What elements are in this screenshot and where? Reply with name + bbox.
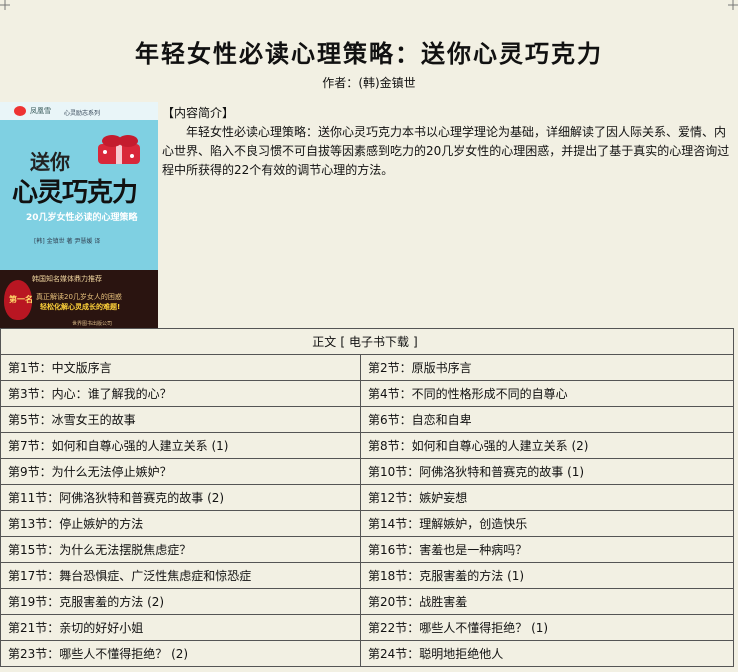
- chapter-link[interactable]: 第7节：如何和自尊心强的人建立关系 (1): [0, 432, 361, 459]
- table-row: 第15节：为什么无法摆脱焦虑症？ 第16节：害羞也是一种病吗？: [0, 536, 734, 563]
- table-row: 第11节：阿佛洛狄特和普赛克的故事 (2) 第12节：嫉妒妄想: [0, 484, 734, 511]
- cover-series: 心灵励志系列: [64, 110, 101, 117]
- table-row: 第13节：停止嫉妒的方法 第14节：理解嫉妒，创造快乐: [0, 510, 734, 537]
- table-row: 第5节：冰雪女王的故事 第6节：自恋和自卑: [0, 406, 734, 433]
- table-row: 第3节：内心：谁了解我的心？ 第4节：不同的性格形成不同的自尊心: [0, 380, 734, 407]
- cover-title-line2: 心灵巧克力: [12, 178, 138, 208]
- header-bracket-close: ]: [413, 335, 418, 349]
- chapter-table-header: 正文[ 电子书下载]: [0, 328, 734, 355]
- publisher-logo-icon: [14, 106, 26, 116]
- intro-text: 年轻女性必读心理策略：送你心灵巧克力本书以心理学理论为基础，详细解读了因人际关系…: [162, 125, 730, 177]
- chapter-link[interactable]: 第11节：阿佛洛狄特和普赛克的故事 (2): [0, 484, 361, 511]
- chapter-link[interactable]: 第20节：战胜害羞: [360, 588, 734, 615]
- ebook-download-link[interactable]: 电子书下载: [349, 335, 409, 349]
- author-line: 作者：(韩)金镇世: [0, 74, 738, 91]
- cover-publisher: 凤凰雪: [30, 107, 51, 115]
- chapter-link[interactable]: 第8节：如何和自尊心强的人建立关系 (2): [360, 432, 734, 459]
- intro-heading: 【内容简介】: [162, 106, 235, 120]
- header-main-text: 正文: [312, 335, 337, 349]
- chapter-link[interactable]: 第3节：内心：谁了解我的心？: [0, 380, 361, 407]
- cover-subtitle: 20几岁女性必读的心理策略: [26, 213, 138, 223]
- table-row: 第21节：亲切的好好小姐 第22节：哪些人不懂得拒绝？ (1): [0, 614, 734, 641]
- chapter-link[interactable]: 第19节：克服害羞的方法 (2): [0, 588, 361, 615]
- table-row: 第9节：为什么无法停止嫉妒？ 第10节：阿佛洛狄特和普赛克的故事 (1): [0, 458, 734, 485]
- book-intro: 【内容简介】 年轻女性必读心理策略：送你心灵巧克力本书以心理学理论为基础，详细解…: [162, 104, 732, 180]
- chapter-table: 正文[ 电子书下载] 第1节：中文版序言 第2节：原版书序言 第3节：内心：谁了解我的…: [0, 328, 734, 667]
- chapter-link[interactable]: 第17节：舞台恐惧症、广泛性焦虑症和惊恐症: [0, 562, 361, 589]
- chapter-link[interactable]: 第1节：中文版序言: [0, 354, 361, 381]
- cover-authors: [韩] 金镇世 著 尹慧媛 译: [34, 238, 101, 245]
- chapter-link[interactable]: 第16节：害羞也是一种病吗？: [360, 536, 734, 563]
- chapter-link[interactable]: 第12节：嫉妒妄想: [360, 484, 734, 511]
- table-row: 第7节：如何和自尊心强的人建立关系 (1) 第8节：如何和自尊心强的人建立关系 (…: [0, 432, 734, 459]
- cover-band-line2: 真正解读20几岁女人的困惑: [36, 293, 122, 301]
- chapter-link[interactable]: 第22节：哪些人不懂得拒绝？ (1): [360, 614, 734, 641]
- chapter-link[interactable]: 第9节：为什么无法停止嫉妒？: [0, 458, 361, 485]
- gift-box-icon: [92, 132, 148, 172]
- table-row: 第23节：哪些人不懂得拒绝？ (2) 第24节：聪明地拒绝他人: [0, 640, 734, 667]
- cover-band-line3: 轻松化解心灵成长的难题!: [40, 303, 121, 311]
- page-title: 年轻女性必读心理策略：送你心灵巧克力: [135, 39, 603, 69]
- book-cover-image: 凤凰雪 心灵励志系列 送你 心灵巧克力 20几岁女性必读的心理策略 [韩] 金镇…: [0, 102, 158, 328]
- author-name[interactable]: (韩)金镇世: [358, 76, 415, 90]
- chapter-link[interactable]: 第6节：自恋和自卑: [360, 406, 734, 433]
- chapter-link[interactable]: 第10节：阿佛洛狄特和普赛克的故事 (1): [360, 458, 734, 485]
- cover-badge-text: 第一名: [9, 295, 33, 304]
- chapter-table-header-cell: 正文[ 电子书下载]: [0, 328, 734, 355]
- cover-band-line1: 韩国知名媒体鼎力推荐: [32, 275, 102, 283]
- chapter-link[interactable]: 第14节：理解嫉妒，创造快乐: [360, 510, 734, 537]
- corner-marker-left-icon: [0, 0, 10, 10]
- author-label: 作者：: [322, 76, 359, 90]
- chapter-link[interactable]: 第15节：为什么无法摆脱焦虑症？: [0, 536, 361, 563]
- chapter-link[interactable]: 第5节：冰雪女王的故事: [0, 406, 361, 433]
- table-row: 第17节：舞台恐惧症、广泛性焦虑症和惊恐症 第18节：克服害羞的方法 (1): [0, 562, 734, 589]
- chapter-link[interactable]: 第4节：不同的性格形成不同的自尊心: [360, 380, 734, 407]
- chapter-link[interactable]: 第18节：克服害羞的方法 (1): [360, 562, 734, 589]
- header-bracket-open: [: [340, 335, 345, 349]
- chapter-link[interactable]: 第23节：哪些人不懂得拒绝？ (2): [0, 640, 361, 667]
- chapter-link[interactable]: 第21节：亲切的好好小姐: [0, 614, 361, 641]
- corner-marker-right-icon: [728, 0, 738, 10]
- table-row: 第1节：中文版序言 第2节：原版书序言: [0, 354, 734, 381]
- chapter-link[interactable]: 第2节：原版书序言: [360, 354, 734, 381]
- table-row: 第19节：克服害羞的方法 (2) 第20节：战胜害羞: [0, 588, 734, 615]
- cover-bottom-band: 韩国知名媒体鼎力推荐 第一名 真正解读20几岁女人的困惑 轻松化解心灵成长的难题…: [0, 270, 158, 328]
- chapter-link[interactable]: 第13节：停止嫉妒的方法: [0, 510, 361, 537]
- cover-press: 世界图书出版公司: [72, 321, 113, 327]
- cover-title-line1: 送你: [30, 150, 70, 174]
- chapter-link[interactable]: 第24节：聪明地拒绝他人: [360, 640, 734, 667]
